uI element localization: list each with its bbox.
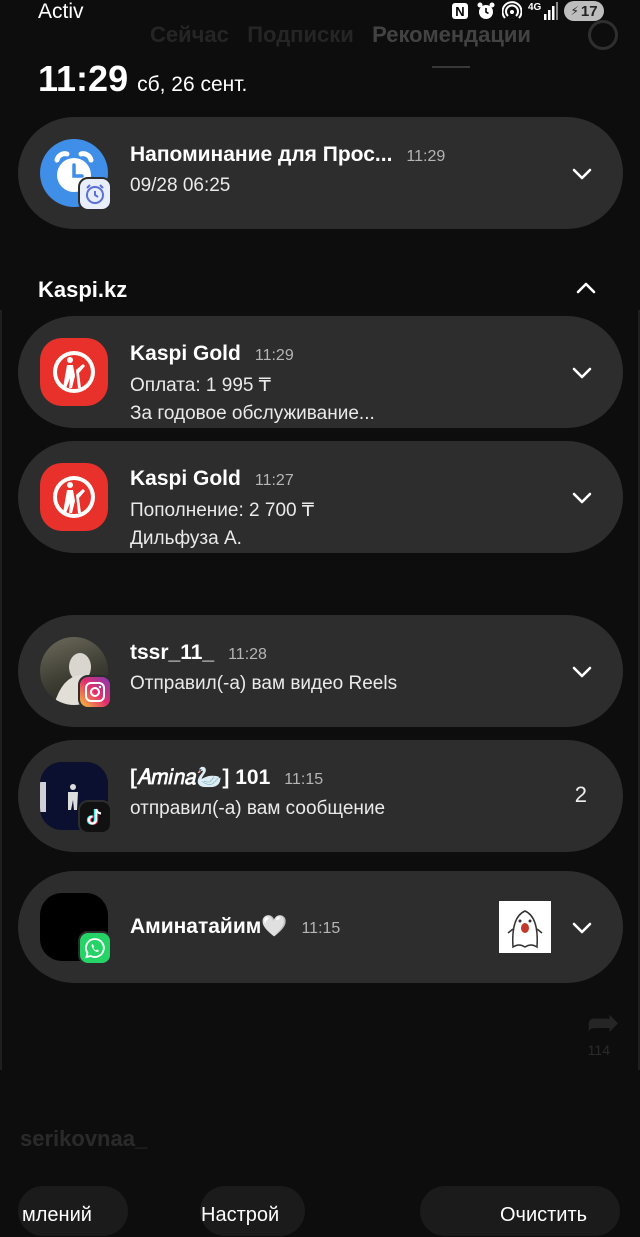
expand-chevron-down-icon[interactable] <box>569 485 595 511</box>
notification-text: За годовое обслуживание... <box>130 403 375 424</box>
kaspi-app-icon <box>40 338 108 406</box>
notification-settings-button[interactable]: млений <box>22 1204 92 1227</box>
whatsapp-texts: Аминатайим🤍 11:15 <box>130 915 533 939</box>
notification-kaspi-payment[interactable]: Kaspi Gold 11:29 Оплата: 1 995 ₸ За годо… <box>18 316 623 428</box>
notification-instagram[interactable]: tssr_11_ 11:28 Отправил(-а) вам видео Re… <box>18 615 623 727</box>
carrier-label: Activ <box>38 0 84 23</box>
hotspot-icon <box>502 1 522 21</box>
reminder-app-icon <box>40 139 112 211</box>
notification-time: 11:15 <box>301 920 341 937</box>
battery-icon: ⚡ 17 <box>564 1 604 21</box>
notification-kaspi-topup[interactable]: Kaspi Gold 11:27 Пополнение: 2 700 ₸ Дил… <box>18 441 623 553</box>
group-title: Kaspi.kz <box>38 277 128 302</box>
notification-reminder[interactable]: Напоминание для Прос... 11:29 09/28 06:2… <box>18 117 623 229</box>
expand-chevron-down-icon[interactable] <box>569 161 595 187</box>
notification-time: 11:27 <box>254 472 294 489</box>
clock-date: сб, 26 сент. <box>137 73 248 96</box>
kaspi-logo-icon <box>40 338 108 406</box>
status-icons: N 4G ⚡ 17 <box>450 1 604 21</box>
whatsapp-icon <box>78 931 112 965</box>
status-bar: Activ N 4G ⚡ 17 <box>0 0 640 26</box>
background-edge <box>0 310 2 1070</box>
kaspi-app-icon <box>40 463 108 531</box>
sticker-thumbnail[interactable] <box>499 901 551 953</box>
expand-chevron-down-icon[interactable] <box>569 915 595 941</box>
signal-icon: 4G <box>528 1 558 21</box>
background-tab-underline <box>432 66 470 68</box>
background-username: serikovnaa_ <box>20 1126 148 1151</box>
notification-text: Оплата: 1 995 ₸ <box>130 375 271 396</box>
notification-time: 11:28 <box>228 646 267 663</box>
tiktok-avatar <box>40 762 112 834</box>
background-share-icon: ➦ <box>586 1001 620 1045</box>
whatsapp-avatar <box>40 893 112 965</box>
clear-all-button[interactable]: Очистить <box>500 1204 587 1227</box>
instagram-icon <box>78 675 112 709</box>
notification-text: отправил(-а) вам сообщение <box>130 798 386 819</box>
notification-count-badge: 2 <box>574 782 587 807</box>
svg-text:4G: 4G <box>528 2 542 13</box>
notification-text: Дильфуза А. <box>130 528 242 549</box>
reminder-badge-icon <box>78 177 112 211</box>
battery-level: 17 <box>580 2 598 20</box>
notification-whatsapp[interactable]: Аминатайим🤍 11:15 <box>18 871 623 983</box>
notification-time: 11:29 <box>406 148 446 165</box>
background-share-count: 114 <box>587 1042 610 1058</box>
instagram-texts: tssr_11_ 11:28 Отправил(-а) вам видео Re… <box>130 641 533 695</box>
svg-text:N: N <box>455 4 464 19</box>
nfc-icon: N <box>450 1 470 21</box>
tiktok-texts: [𝐴𝑚𝑖𝑛𝑎🦢] 101 11:15 отправил(-а) вам сооб… <box>130 766 533 820</box>
alarm-icon <box>476 1 496 21</box>
notification-title: tssr_11_ <box>130 641 215 664</box>
notification-text: Пополнение: 2 700 ₸ <box>130 500 314 521</box>
notification-panel-bottom-bar: млений Настрой Очистить <box>0 1200 640 1230</box>
notification-title: Напоминание для Прос... <box>130 143 393 166</box>
instagram-avatar <box>40 637 112 709</box>
notification-text: 09/28 06:25 <box>130 175 231 196</box>
kaspi-payment-texts: Kaspi Gold 11:29 Оплата: 1 995 ₸ За годо… <box>130 342 533 425</box>
notification-title: Kaspi Gold <box>130 342 241 365</box>
clock-time: 11:29 <box>38 58 129 99</box>
notification-time: 11:29 <box>254 347 294 364</box>
expand-chevron-down-icon[interactable] <box>569 360 595 386</box>
notification-title: Аминатайим🤍 <box>130 915 288 938</box>
kaspi-topup-texts: Kaspi Gold 11:27 Пополнение: 2 700 ₸ Дил… <box>130 467 533 550</box>
notification-text: Отправил(-а) вам видео Reels <box>130 673 398 694</box>
notification-title: Kaspi Gold <box>130 467 241 490</box>
reminder-texts: Напоминание для Прос... 11:29 09/28 06:2… <box>130 143 533 197</box>
group-header-kaspi[interactable]: Kaspi.kz <box>38 276 596 304</box>
clock-row: 11:29 сб, 26 сент. <box>38 58 247 100</box>
notification-tiktok[interactable]: [𝐴𝑚𝑖𝑛𝑎🦢] 101 11:15 отправил(-а) вам сооб… <box>18 740 623 852</box>
settings-button[interactable]: Настрой <box>201 1204 279 1227</box>
kaspi-logo-icon <box>40 463 108 531</box>
notification-time: 11:15 <box>284 771 324 788</box>
expand-chevron-down-icon[interactable] <box>569 659 595 685</box>
tiktok-icon <box>78 800 112 834</box>
notification-title: [𝐴𝑚𝑖𝑛𝑎🦢] 101 <box>130 766 271 789</box>
collapse-chevron-up-icon[interactable] <box>576 281 596 299</box>
